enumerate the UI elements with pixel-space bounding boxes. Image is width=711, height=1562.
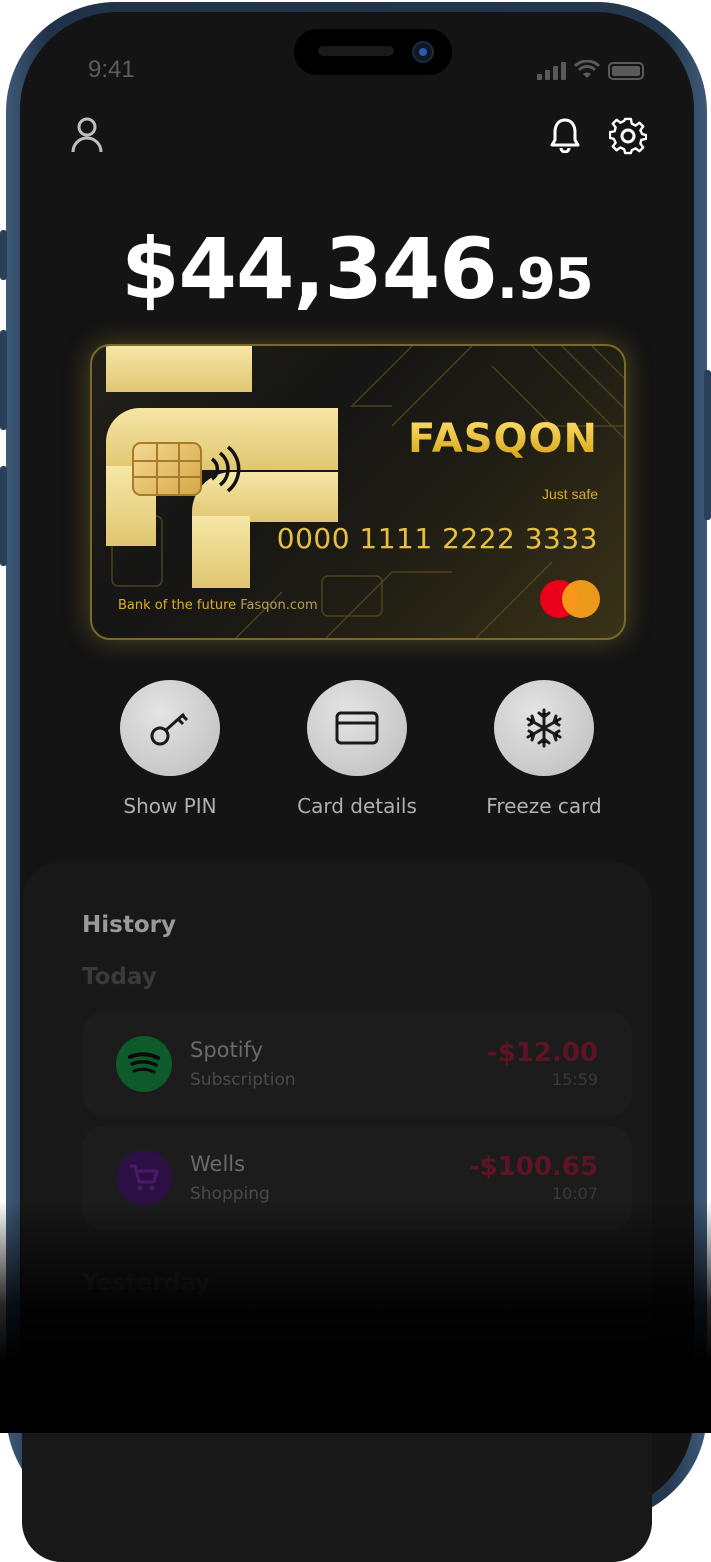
status-icons [537, 60, 644, 80]
transaction-name: Spotify [190, 1038, 264, 1062]
credit-card-icon [335, 711, 379, 745]
gear-icon [609, 117, 647, 155]
transaction-row[interactable]: Spotify Subscription -$12.00 15:59 [82, 1012, 632, 1116]
group-label-yesterday: Yesterday [82, 1270, 211, 1296]
card-details-label: Card details [297, 794, 417, 818]
notifications-button[interactable] [544, 114, 586, 156]
transaction-name: Wells [190, 1152, 246, 1176]
card-details-button[interactable] [307, 680, 407, 776]
settings-button[interactable] [606, 114, 650, 158]
card-footer-bank: Bank of the future [118, 598, 237, 613]
dynamic-island [294, 29, 452, 75]
key-icon [150, 712, 189, 746]
wifi-icon [574, 60, 600, 78]
card-tagline: Just safe [541, 486, 598, 502]
phone-volume-down [0, 466, 7, 566]
front-camera [412, 41, 434, 63]
balance-main: $44,346 [121, 220, 498, 318]
signal-icon [537, 62, 566, 80]
phone-volume-up [0, 330, 7, 430]
group-label-today: Today [82, 964, 157, 990]
freeze-card-label: Freeze card [486, 794, 602, 818]
contactless-icon [210, 445, 241, 493]
show-pin-label: Show PIN [123, 794, 217, 818]
transaction-category: Shopping [190, 1184, 270, 1204]
bank-card[interactable]: FASQON Just safe 0000 1111 2222 3333 Ban… [90, 344, 626, 640]
transaction-amount: -$100.65 [468, 1152, 598, 1182]
cart-icon [116, 1150, 172, 1206]
card-brand-logo: FASQON [408, 416, 598, 462]
card-number: 0000 1111 2222 3333 [276, 522, 598, 555]
spotify-icon [116, 1036, 172, 1092]
transaction-row[interactable]: Wells Shopping -$100.65 10:07 [82, 1126, 632, 1230]
card-footer-url: Fasqon.com [240, 598, 318, 613]
card-gold-strip [106, 346, 252, 392]
person-icon [71, 117, 103, 153]
transaction-category: Subscription [190, 1070, 296, 1090]
transaction-time: 10:07 [551, 1184, 598, 1203]
action-show-pin[interactable]: Show PIN [80, 680, 260, 818]
transaction-time: 15:59 [551, 1070, 598, 1089]
show-pin-button[interactable] [120, 680, 220, 776]
status-time: 9:41 [88, 56, 135, 83]
snowflake-icon [526, 708, 562, 748]
balance-cents: .95 [496, 247, 594, 312]
card-footer: Bank of the future Fasqon.com [118, 598, 318, 613]
history-title: History [82, 912, 176, 938]
mastercard-logo-icon [540, 580, 600, 618]
action-freeze-card[interactable]: Freeze card [454, 680, 634, 818]
phone-side-button [0, 230, 7, 280]
freeze-card-button[interactable] [494, 680, 594, 776]
battery-icon [608, 62, 644, 80]
card-chip-icon [132, 442, 202, 496]
bell-icon [550, 118, 580, 153]
card-gold-shape-leg [192, 516, 250, 588]
action-card-details[interactable]: Card details [267, 680, 447, 818]
earpiece [318, 46, 394, 56]
phone-power-button [704, 370, 711, 520]
profile-button[interactable] [66, 114, 108, 156]
transaction-amount: -$12.00 [486, 1038, 598, 1068]
account-balance: $44,346.95 [20, 220, 694, 318]
